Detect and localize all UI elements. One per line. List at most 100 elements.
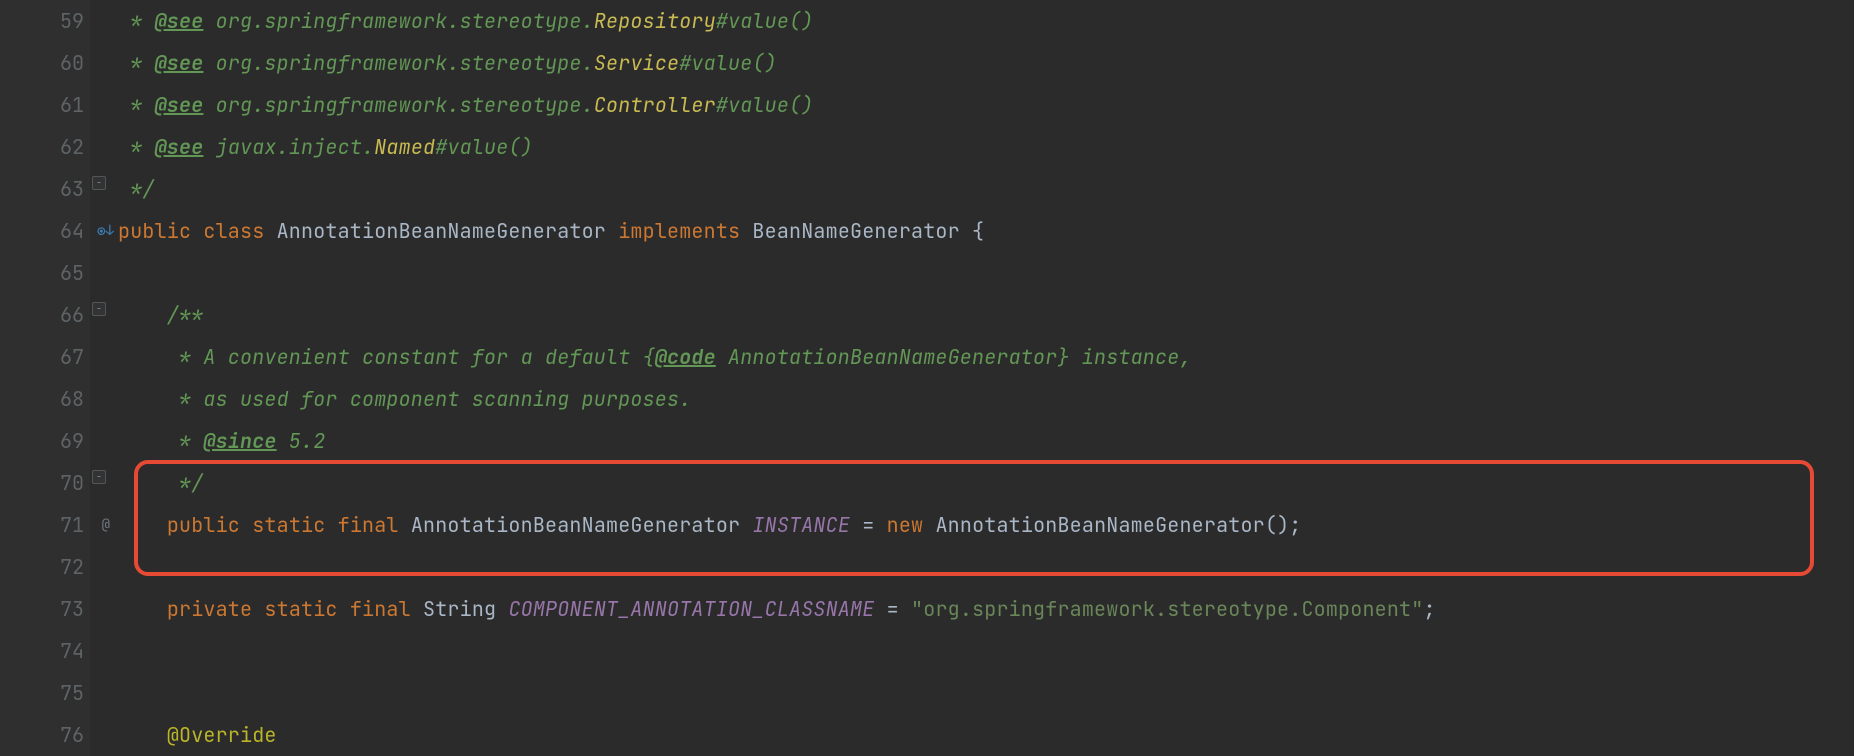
gutter-line: 76 xyxy=(0,714,84,756)
code-line[interactable]: * @since 5.2 xyxy=(118,420,1854,462)
code-line[interactable] xyxy=(118,630,1854,672)
javadoc-package-ref: org.springframework.stereotype. xyxy=(203,8,593,34)
type-ref: AnnotationBeanNameGenerator xyxy=(411,512,753,538)
gutter-line: 74 xyxy=(0,630,84,672)
indent xyxy=(118,722,167,748)
javadoc-text: * xyxy=(118,428,203,454)
code-line[interactable]: @Override xyxy=(118,714,1854,756)
javadoc-member-ref: #value() xyxy=(716,92,814,118)
assign-op: = xyxy=(850,512,887,538)
javadoc-package-ref: org.springframework.stereotype. xyxy=(203,92,593,118)
line-number: 60 xyxy=(60,50,84,76)
javadoc-start: /** xyxy=(118,302,203,328)
code-line[interactable]: */ xyxy=(118,462,1854,504)
keyword-private: private xyxy=(167,596,265,622)
code-line[interactable]: * @see javax.inject.Named#value() xyxy=(118,126,1854,168)
javadoc-class-ref: Controller xyxy=(594,92,716,118)
javadoc-text: * A convenient constant for a default { xyxy=(118,344,655,370)
code-line[interactable]: * @see org.springframework.stereotype.Se… xyxy=(118,42,1854,84)
constant-name: COMPONENT_ANNOTATION_CLASSNAME xyxy=(508,596,874,622)
javadoc-member-ref: #value() xyxy=(716,8,814,34)
line-number: 66 xyxy=(60,302,84,328)
code-line[interactable]: public class AnnotationBeanNameGenerator… xyxy=(118,210,1854,252)
javadoc-text: * xyxy=(118,134,155,160)
javadoc-see-tag: @see xyxy=(155,8,204,34)
javadoc-package-ref: org.springframework.stereotype. xyxy=(203,50,593,76)
javadoc-end: */ xyxy=(118,470,203,496)
gutter: 59 60 61 62 63 64 ◉↓ 65 66 67 68 69 70 7… xyxy=(0,0,90,756)
keyword-static: static xyxy=(264,596,349,622)
line-number: 59 xyxy=(60,8,84,34)
line-number: 62 xyxy=(60,134,84,160)
javadoc-class-ref: Repository xyxy=(594,8,716,34)
gutter-line: 67 xyxy=(0,336,84,378)
gutter-line: 75 xyxy=(0,672,84,714)
line-number: 64 xyxy=(60,218,84,244)
line-number: 67 xyxy=(60,344,84,370)
fold-toggle-icon[interactable]: − xyxy=(92,470,106,484)
code-line[interactable] xyxy=(118,672,1854,714)
keyword-public: public xyxy=(118,218,203,244)
fold-toggle-icon[interactable]: − xyxy=(92,302,106,316)
gutter-line: 70 xyxy=(0,462,84,504)
line-number: 61 xyxy=(60,92,84,118)
constructor-call: AnnotationBeanNameGenerator() xyxy=(935,512,1289,538)
semicolon: ; xyxy=(1423,596,1435,622)
keyword-static: static xyxy=(252,512,337,538)
code-line[interactable]: public static final AnnotationBeanNameGe… xyxy=(118,504,1854,546)
gutter-line: 68 xyxy=(0,378,84,420)
javadoc-end: */ xyxy=(118,176,155,202)
indent xyxy=(118,596,167,622)
code-line[interactable]: * A convenient constant for a default {@… xyxy=(118,336,1854,378)
brace-open: { xyxy=(972,218,984,244)
code-line[interactable]: * @see org.springframework.stereotype.Co… xyxy=(118,84,1854,126)
code-line[interactable]: /** xyxy=(118,294,1854,336)
javadoc-text: * xyxy=(118,8,155,34)
code-area[interactable]: * @see org.springframework.stereotype.Re… xyxy=(114,0,1854,756)
line-number: 69 xyxy=(60,428,84,454)
line-number: 75 xyxy=(60,680,84,706)
code-editor[interactable]: 59 60 61 62 63 64 ◉↓ 65 66 67 68 69 70 7… xyxy=(0,0,1854,756)
fold-toggle-icon[interactable]: − xyxy=(92,176,106,190)
code-line[interactable]: */ xyxy=(118,168,1854,210)
javadoc-code-tag: @code xyxy=(655,344,716,370)
type-ref: String xyxy=(423,596,508,622)
gutter-line: 59 xyxy=(0,0,84,42)
fold-column: − − − xyxy=(90,0,114,756)
gutter-line: 72 xyxy=(0,546,84,588)
class-name: AnnotationBeanNameGenerator xyxy=(277,218,619,244)
line-number: 72 xyxy=(60,554,84,580)
javadoc-text: * as used for component scanning purpose… xyxy=(118,386,691,412)
keyword-final: final xyxy=(338,512,411,538)
code-line[interactable]: * @see org.springframework.stereotype.Re… xyxy=(118,0,1854,42)
keyword-new: new xyxy=(887,512,936,538)
keyword-public: public xyxy=(167,512,252,538)
javadoc-member-ref: #value() xyxy=(679,50,777,76)
code-line[interactable]: private static final String COMPONENT_AN… xyxy=(118,588,1854,630)
javadoc-class-ref: Service xyxy=(594,50,679,76)
javadoc-class-ref: Named xyxy=(374,134,435,160)
indent xyxy=(118,512,167,538)
line-number: 76 xyxy=(60,722,84,748)
javadoc-text: * xyxy=(118,92,155,118)
code-line[interactable]: * as used for component scanning purpose… xyxy=(118,378,1854,420)
keyword-implements: implements xyxy=(618,218,752,244)
keyword-final: final xyxy=(350,596,423,622)
annotation-override: @Override xyxy=(167,722,277,748)
javadoc-text: * xyxy=(118,50,155,76)
code-line[interactable] xyxy=(118,252,1854,294)
gutter-line: 71 @ xyxy=(0,504,84,546)
line-number: 73 xyxy=(60,596,84,622)
javadoc-see-tag: @see xyxy=(155,50,204,76)
gutter-line: 61 xyxy=(0,84,84,126)
line-number: 71 xyxy=(60,512,84,538)
code-line[interactable] xyxy=(118,546,1854,588)
gutter-line: 65 xyxy=(0,252,84,294)
javadoc-member-ref: #value() xyxy=(435,134,533,160)
string-literal: "org.springframework.stereotype.Componen… xyxy=(911,596,1423,622)
interface-name: BeanNameGenerator xyxy=(752,218,972,244)
javadoc-text: AnnotationBeanNameGenerator} instance, xyxy=(716,344,1192,370)
gutter-line: 63 xyxy=(0,168,84,210)
javadoc-since-tag: @since xyxy=(203,428,276,454)
line-number: 65 xyxy=(60,260,84,286)
